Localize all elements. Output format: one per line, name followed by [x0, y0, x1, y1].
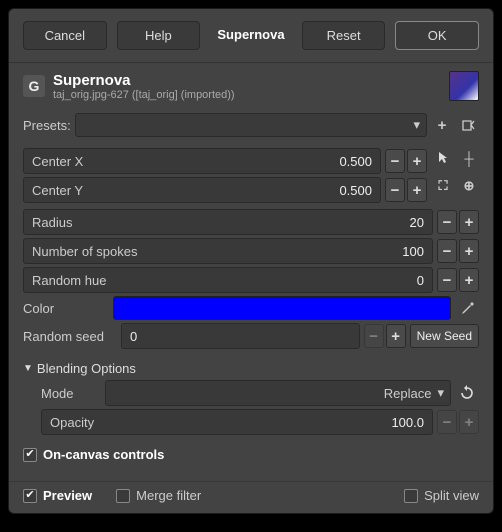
chevron-down-icon: ▾ — [413, 117, 420, 133]
dialog-title: Supernova — [210, 21, 292, 50]
seed-increment[interactable]: + — [386, 324, 406, 348]
presets-label: Presets: — [23, 118, 71, 133]
add-preset-button[interactable]: + — [431, 114, 453, 136]
spokes-field[interactable]: Number of spokes 100 — [23, 238, 433, 264]
blending-section-header[interactable]: ▼ Blending Options — [23, 361, 479, 376]
center-icon[interactable]: ⊕ — [459, 173, 479, 199]
preview-checkbox[interactable] — [23, 489, 37, 503]
filter-header: G Supernova taj_orig.jpg-627 ([taj_orig]… — [9, 63, 493, 107]
color-swatch[interactable] — [113, 296, 451, 320]
filter-name: Supernova — [53, 72, 449, 89]
image-thumbnail — [449, 71, 479, 101]
random-hue-value: 0 — [417, 273, 424, 288]
center-y-label: Center Y — [32, 183, 83, 198]
merge-filter-label: Merge filter — [136, 488, 201, 503]
crosshair-icon[interactable]: ┼ — [459, 145, 479, 171]
center-y-row: Center Y 0.500 − + — [23, 177, 427, 203]
center-group: Center X 0.500 − + Center Y 0.500 − — [23, 145, 479, 206]
color-row: Color — [23, 296, 479, 320]
split-view-checkbox[interactable] — [404, 489, 418, 503]
radius-label: Radius — [32, 215, 72, 230]
random-seed-row: Random seed 0 − + New Seed — [23, 323, 479, 349]
image-name: taj_orig.jpg-627 ([taj_orig] (imported)) — [53, 89, 449, 101]
new-seed-button[interactable]: New Seed — [410, 324, 479, 348]
radius-field[interactable]: Radius 20 — [23, 209, 433, 235]
color-label: Color — [23, 301, 109, 316]
presets-row: Presets: ▾ + — [23, 113, 479, 137]
spokes-row: Number of spokes 100 − + — [23, 238, 479, 264]
radius-increment[interactable]: + — [459, 210, 479, 234]
cancel-button[interactable]: Cancel — [23, 21, 107, 50]
radius-value: 20 — [410, 215, 424, 230]
seed-decrement: − — [364, 324, 384, 348]
mode-value: Replace — [384, 386, 432, 401]
merge-filter-checkbox[interactable] — [116, 489, 130, 503]
on-canvas-row: On-canvas controls — [23, 447, 479, 462]
split-view-label: Split view — [424, 488, 479, 503]
center-x-increment[interactable]: + — [407, 149, 427, 173]
opacity-value: 100.0 — [391, 415, 424, 430]
center-y-value: 0.500 — [339, 183, 372, 198]
center-x-field[interactable]: Center X 0.500 — [23, 148, 381, 174]
random-seed-input[interactable]: 0 — [121, 323, 360, 349]
random-hue-row: Random hue 0 − + — [23, 267, 479, 293]
spokes-increment[interactable]: + — [459, 239, 479, 263]
random-hue-label: Random hue — [32, 273, 106, 288]
help-button[interactable]: Help — [117, 21, 201, 50]
presets-dropdown[interactable]: ▾ — [75, 113, 427, 137]
opacity-decrement: − — [437, 410, 457, 434]
center-y-increment[interactable]: + — [407, 178, 427, 202]
pointer-tool-icon[interactable] — [433, 145, 453, 171]
ok-button[interactable]: OK — [395, 21, 479, 50]
eyedropper-icon — [460, 301, 475, 316]
dialog-footer: Preview Merge filter Split view — [9, 481, 493, 513]
random-hue-field[interactable]: Random hue 0 — [23, 267, 433, 293]
preview-label: Preview — [43, 488, 92, 503]
center-x-decrement[interactable]: − — [385, 149, 405, 173]
mode-dropdown[interactable]: Replace ▾ — [105, 380, 451, 406]
supernova-dialog: Cancel Help Supernova Reset OK G Superno… — [8, 8, 494, 514]
pick-tools: ⛶ — [433, 145, 453, 206]
swap-icon — [459, 385, 475, 401]
dialog-button-bar: Cancel Help Supernova Reset OK — [9, 9, 493, 63]
spokes-decrement[interactable]: − — [437, 239, 457, 263]
dialog-body: Presets: ▾ + Center X 0.500 − + — [9, 107, 493, 481]
radius-row: Radius 20 − + — [23, 209, 479, 235]
mode-reset-button[interactable] — [455, 381, 479, 405]
menu-icon — [462, 119, 475, 132]
gimp-icon: G — [23, 75, 45, 97]
random-hue-decrement[interactable]: − — [437, 268, 457, 292]
opacity-increment: + — [459, 410, 479, 434]
random-seed-value: 0 — [130, 329, 137, 344]
on-canvas-label: On-canvas controls — [43, 447, 164, 462]
opacity-field[interactable]: Opacity 100.0 — [41, 409, 433, 435]
on-canvas-checkbox[interactable] — [23, 448, 37, 462]
random-hue-increment[interactable]: + — [459, 268, 479, 292]
header-text: Supernova taj_orig.jpg-627 ([taj_orig] (… — [53, 72, 449, 101]
mode-label: Mode — [41, 386, 101, 401]
expander-icon: ▼ — [23, 363, 33, 374]
random-seed-label: Random seed — [23, 329, 117, 344]
eyedropper-button[interactable] — [455, 296, 479, 320]
manage-presets-button[interactable] — [457, 114, 479, 136]
link-icon[interactable]: ⛶ — [433, 173, 453, 199]
center-x-label: Center X — [32, 154, 83, 169]
spokes-value: 100 — [402, 244, 424, 259]
center-x-value: 0.500 — [339, 154, 372, 169]
blending-title: Blending Options — [37, 361, 136, 376]
mode-row: Mode Replace ▾ — [41, 380, 479, 406]
spokes-label: Number of spokes — [32, 244, 138, 259]
radius-decrement[interactable]: − — [437, 210, 457, 234]
center-x-row: Center X 0.500 − + — [23, 148, 427, 174]
center-y-field[interactable]: Center Y 0.500 — [23, 177, 381, 203]
opacity-label: Opacity — [50, 415, 94, 430]
reset-button[interactable]: Reset — [302, 21, 386, 50]
opacity-row: Opacity 100.0 − + — [41, 409, 479, 435]
center-y-decrement[interactable]: − — [385, 178, 405, 202]
chevron-down-icon: ▾ — [437, 385, 444, 401]
align-tools: ┼ ⊕ — [459, 145, 479, 206]
